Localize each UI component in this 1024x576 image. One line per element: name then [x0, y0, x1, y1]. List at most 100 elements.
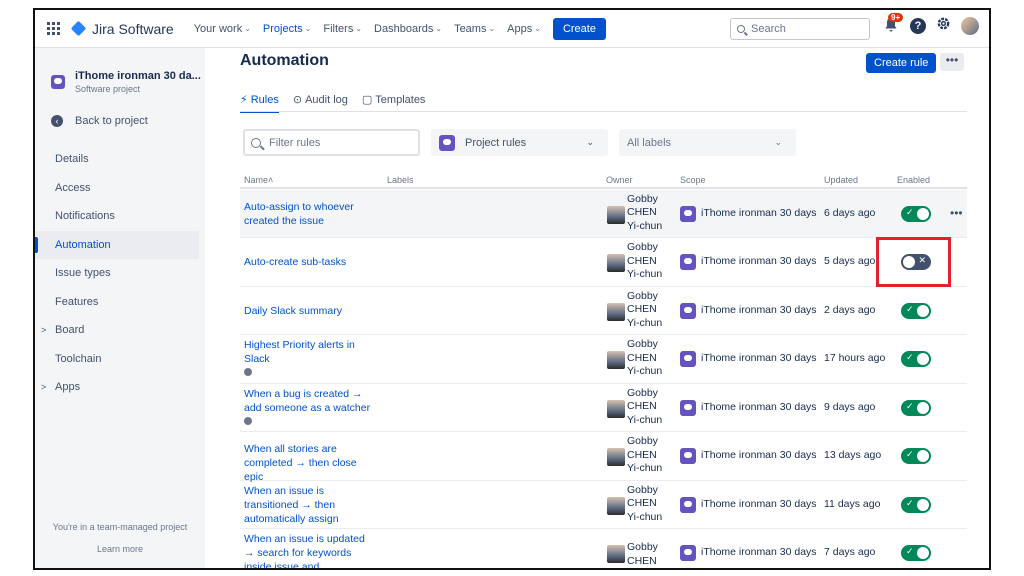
table-row[interactable]: Daily Slack summary Gobby CHEN Yi-chun iTh… [240, 287, 967, 335]
notifications-icon[interactable]: 9+ [884, 12, 904, 35]
rule-name-link[interactable]: When an issue is updated → search for ke… [244, 532, 374, 570]
updated-text: 9 days ago [824, 400, 876, 413]
rule-name-link[interactable]: When all stories are completed → then cl… [244, 442, 374, 484]
nav-item-label: Dashboards [374, 22, 434, 35]
back-to-project-link[interactable]: ‹ Back to project [35, 110, 205, 132]
chevron-down-icon: ⌄ [244, 24, 251, 33]
more-actions-button[interactable]: ••• [940, 53, 964, 71]
updated-text: 13 days ago [824, 449, 882, 462]
rules-icon: ⚡ [240, 94, 248, 106]
check-icon: ✓ [906, 497, 914, 508]
learn-more-link[interactable]: Learn more [35, 544, 205, 554]
help-icon[interactable]: ? [910, 17, 926, 34]
project-avatar-icon [680, 351, 696, 368]
sidebar-item-features[interactable]: Features [35, 288, 205, 317]
filter-rules-input[interactable]: Filter rules [243, 129, 420, 156]
automation-tabs: ⚡ Rules ⊙ Audit log ▢ Templates [240, 93, 425, 113]
info-icon[interactable] [244, 416, 252, 425]
create-button[interactable]: Create [552, 17, 606, 40]
project-avatar-icon [439, 134, 455, 151]
notification-badge: 9+ [888, 12, 904, 22]
table-row[interactable]: When a bug is created → add someone as a… [240, 384, 967, 432]
rule-name-text: When an issue is updated → search for ke… [244, 533, 365, 570]
sidebar-item-details[interactable]: Details [35, 145, 205, 174]
nav-item-your-work[interactable]: Your work ⌄ [194, 23, 251, 35]
project-avatar-icon [680, 448, 696, 465]
sidebar-item-issue-types[interactable]: Issue types [35, 259, 205, 288]
nav-item-projects[interactable]: Projects ⌄ [263, 23, 311, 35]
enabled-toggle[interactable]: ✓ [901, 205, 931, 222]
jira-logo[interactable]: Jira Software [70, 21, 174, 37]
sidebar-item-access[interactable]: Access [35, 174, 205, 203]
settings-icon[interactable] [936, 16, 951, 35]
header-name[interactable]: Name˄ [244, 175, 273, 185]
app-switcher-icon[interactable] [47, 21, 61, 36]
row-more-actions-button[interactable]: ••• [950, 206, 963, 220]
all-labels-dropdown[interactable]: All labels ⌄ [619, 129, 796, 156]
rule-name-text: Daily Slack summary [244, 304, 343, 317]
header-enabled[interactable]: Enabled [897, 175, 930, 185]
header-updated[interactable]: Updated [824, 175, 858, 185]
enabled-toggle[interactable]: ✓ [901, 351, 931, 368]
owner-name: Gobby CHEN Yi-chun [627, 289, 663, 329]
project-rules-dropdown[interactable]: Project rules ⌄ [431, 129, 608, 156]
updated-text: 7 days ago [824, 546, 876, 559]
chevron-down-icon: ⌄ [355, 24, 363, 33]
sidebar-item-automation[interactable]: Automation [35, 230, 199, 259]
header-scope[interactable]: Scope [680, 175, 706, 185]
check-icon: ✓ [906, 206, 914, 217]
sidebar-item-label: Features [55, 295, 99, 308]
rule-name-link[interactable]: Auto-assign to whoever created the issue [244, 200, 374, 228]
enabled-toggle[interactable]: ✓ [901, 496, 931, 513]
audit-log-icon: ⊙ [292, 94, 303, 106]
table-row[interactable]: When all stories are completed → then cl… [240, 432, 967, 484]
sidebar-item-label: Details [55, 153, 89, 166]
enabled-toggle[interactable]: ✓ [901, 399, 931, 416]
sidebar-item-label: Access [55, 181, 91, 194]
nav-item-apps[interactable]: Apps ⌄ [507, 23, 541, 35]
table-row[interactable]: Auto-assign to whoever created the issue… [240, 189, 967, 238]
rule-name-link[interactable]: When a bug is created → add someone as a… [244, 387, 374, 429]
table-row[interactable]: Highest Priority alerts in Slack Gobby CH… [240, 335, 967, 384]
rule-name-link[interactable]: Highest Priority alerts in Slack [244, 338, 374, 380]
owner-avatar [607, 351, 625, 370]
team-managed-note: You're in a team-managed project [52, 522, 188, 532]
project-sidebar: iThome ironman 30 da... Software project… [35, 48, 205, 568]
main-content: Automation Create rule ••• ⚡ Rules ⊙ Audit … [205, 48, 989, 568]
rule-name-text: Auto-create sub-tasks [244, 256, 347, 269]
nav-item-teams[interactable]: Teams ⌄ [454, 23, 495, 35]
rule-name-text: When all stories are completed → then cl… [244, 443, 357, 484]
scope-text: iThome ironman 30 days [701, 400, 817, 413]
check-icon: ✓ [906, 303, 914, 314]
sidebar-item-notifications[interactable]: Notifications [35, 202, 205, 231]
enabled-toggle[interactable]: ✓ [901, 302, 931, 319]
project-header[interactable]: iThome ironman 30 da... Software project [35, 48, 205, 94]
nav-item-dashboards[interactable]: Dashboards ⌄ [374, 23, 442, 35]
create-rule-button[interactable]: Create rule [866, 53, 937, 73]
search-input[interactable]: Search [730, 18, 870, 40]
enabled-toggle[interactable]: ✓ [901, 448, 931, 465]
profile-avatar[interactable] [961, 16, 979, 35]
sidebar-item-apps[interactable]: > Apps [35, 373, 205, 402]
project-avatar-icon [680, 205, 696, 222]
updated-text: 2 days ago [824, 303, 876, 316]
rule-name-text: Highest Priority alerts in Slack [244, 339, 355, 366]
tab-audit-log[interactable]: ⊙ Audit log [293, 93, 348, 113]
enabled-toggle[interactable]: ✓ [901, 545, 931, 562]
sidebar-item-label: Automation [55, 238, 111, 251]
rule-name-link[interactable]: Daily Slack summary [244, 304, 374, 318]
info-icon[interactable] [244, 368, 252, 377]
nav-item-filters[interactable]: Filters ⌄ [323, 23, 362, 35]
sidebar-item-board[interactable]: > Board [35, 316, 205, 345]
header-owner[interactable]: Owner [606, 175, 633, 185]
sidebar-item-toolchain[interactable]: Toolchain [35, 345, 205, 374]
table-row[interactable]: When an issue is transitioned → then aut… [240, 481, 967, 529]
rule-name-link[interactable]: Auto-create sub-tasks [244, 255, 374, 269]
tab-templates[interactable]: ▢ Templates [362, 93, 426, 113]
rule-name-link[interactable]: When an issue is transitioned → then aut… [244, 484, 374, 526]
table-row[interactable]: Auto-create sub-tasks Gobby CHEN Yi-chun i… [240, 238, 967, 287]
toggle-knob [917, 353, 929, 366]
tab-rules[interactable]: ⚡ Rules [240, 93, 279, 113]
chevron-down-icon: ⌄ [586, 137, 594, 147]
table-row[interactable]: When an issue is updated → search for ke… [240, 529, 967, 570]
